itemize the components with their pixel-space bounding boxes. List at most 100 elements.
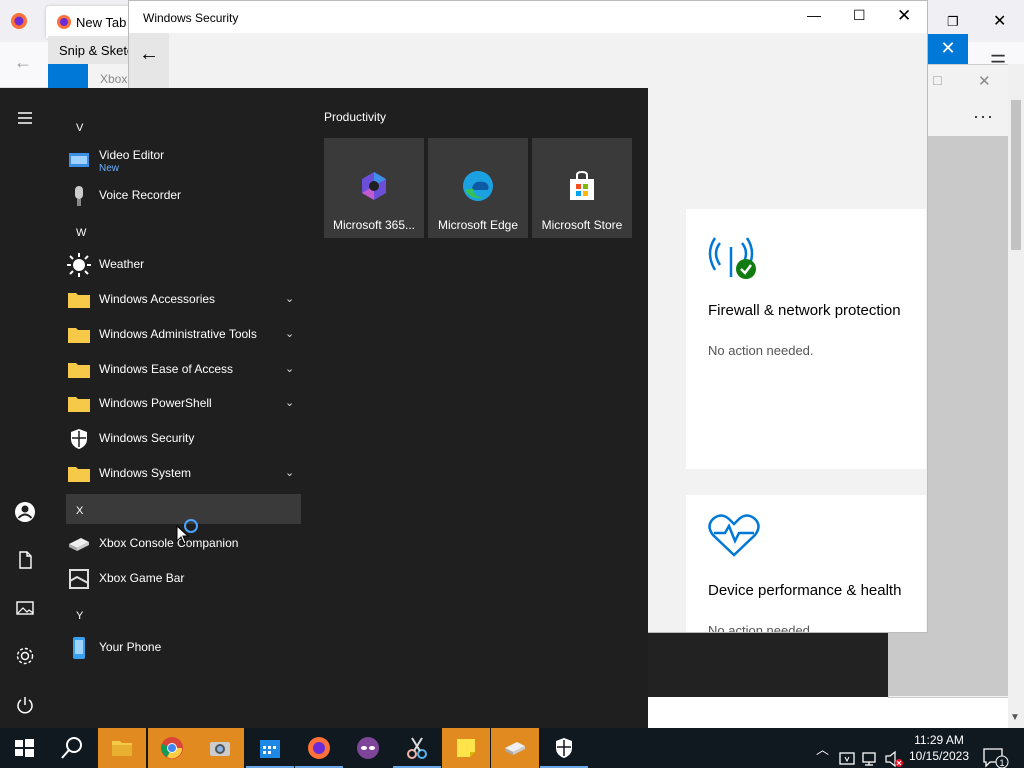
taskbar-snip-sketch[interactable] <box>393 728 441 768</box>
card-title: Firewall & network protection <box>708 302 901 319</box>
app-label: Windows PowerShell <box>99 396 212 410</box>
restore-icon[interactable]: ❐ <box>947 14 959 30</box>
firefox-icon <box>308 737 330 759</box>
scrollbar-thumb[interactable] <box>1011 100 1021 250</box>
app-windows-security[interactable]: Windows Security <box>67 423 301 455</box>
xbox-behind-text: Xbox <box>100 72 128 86</box>
network-icon[interactable] <box>862 739 880 768</box>
folder-icon <box>68 328 90 343</box>
dark-panel <box>648 632 888 697</box>
taskbar-calendar[interactable] <box>246 728 294 768</box>
video-editor-icon <box>69 153 89 167</box>
taskbar-camera[interactable] <box>196 728 244 768</box>
app-label: Xbox Game Bar <box>99 571 185 585</box>
window-title: Windows Security <box>143 11 239 25</box>
back-arrow-icon[interactable]: ← <box>139 43 159 66</box>
app-label: Windows System <box>99 466 192 480</box>
settings-gear-icon[interactable] <box>13 644 37 668</box>
tab-new-tab[interactable]: New Tab <box>46 6 136 38</box>
app-label: Windows Security <box>99 431 195 445</box>
mouse-cursor-icon <box>176 525 190 545</box>
app-your-phone[interactable]: Your Phone <box>67 632 301 664</box>
app-label: Windows Administrative Tools <box>99 327 257 341</box>
notification-count: 1 <box>999 758 1004 768</box>
xbox-close-button[interactable]: ✕ <box>928 34 968 64</box>
taskbar-firefox[interactable] <box>295 728 343 768</box>
app-voice-recorder[interactable]: Voice Recorder <box>67 180 301 212</box>
folder-icon <box>68 397 90 412</box>
snip-sketch-titlebar[interactable]: Snip & Sketch <box>48 36 138 64</box>
hamburger-menu-icon[interactable] <box>13 106 37 130</box>
card-title: Device performance & health <box>708 582 902 599</box>
start-button[interactable] <box>0 728 48 768</box>
volume-muted-icon[interactable] <box>884 739 904 768</box>
letter-header-v[interactable]: V <box>76 122 83 134</box>
taskbar-sticky-notes[interactable] <box>442 728 490 768</box>
app-weather[interactable]: Weather <box>67 249 301 281</box>
tile-microsoft-store[interactable]: Microsoft Store <box>532 138 632 238</box>
close-icon[interactable]: ✕ <box>897 6 911 26</box>
store-icon <box>570 170 594 200</box>
search-button[interactable] <box>48 728 96 768</box>
power-icon[interactable] <box>13 693 37 717</box>
close-icon[interactable]: ✕ <box>978 72 991 90</box>
minimize-icon[interactable]: — <box>807 7 821 23</box>
security-alert-icon[interactable] <box>838 739 856 768</box>
chevron-down-icon: ⌄ <box>285 328 295 340</box>
app-windows-ease-of-access[interactable]: Windows Ease of Access ⌄ <box>67 354 301 386</box>
tile-microsoft-365[interactable]: Microsoft 365... <box>324 138 424 238</box>
back-arrow-icon[interactable]: ← <box>14 52 32 73</box>
camera-icon <box>210 742 230 756</box>
app-video-editor[interactable]: Video Editor New <box>67 144 301 176</box>
app-list[interactable]: V Video Editor New Voice Recorder W Weat… <box>50 88 310 728</box>
scroll-down-arrow-icon[interactable]: ▼ <box>1010 712 1020 723</box>
user-avatar-icon[interactable] <box>13 500 37 524</box>
firewall-card[interactable]: Firewall & network protection No action … <box>686 209 926 469</box>
maximize-icon[interactable]: ☐ <box>932 74 943 88</box>
clock[interactable]: 11:29 AM 10/15/2023 <box>904 732 974 764</box>
app-windows-administrative-tools[interactable]: Windows Administrative Tools ⌄ <box>67 319 301 351</box>
taskbar-tor-browser[interactable] <box>344 728 392 768</box>
close-icon[interactable]: ✕ <box>993 11 1006 31</box>
app-windows-powershell[interactable]: Windows PowerShell ⌄ <box>67 388 301 420</box>
letter-header-y[interactable]: Y <box>76 610 83 622</box>
folder-icon <box>68 467 90 482</box>
taskbar-windows-security[interactable] <box>540 728 588 768</box>
app-xbox-game-bar[interactable]: Xbox Game Bar <box>67 563 301 595</box>
more-options-icon[interactable]: ··· <box>973 106 994 127</box>
letter-header-x[interactable]: X <box>76 505 83 517</box>
tile-microsoft-edge[interactable]: Microsoft Edge <box>428 138 528 238</box>
app-windows-accessories[interactable]: Windows Accessories ⌄ <box>67 284 301 316</box>
snip-title: Snip & Sketch <box>59 43 138 58</box>
xbox-game-bar-icon <box>69 569 89 589</box>
taskbar-file-explorer[interactable] <box>98 728 146 768</box>
app-label: Weather <box>99 257 145 271</box>
tab-title: New Tab <box>76 15 127 30</box>
sun-icon <box>67 253 91 277</box>
action-center-icon[interactable]: 1 <box>982 738 1010 768</box>
xbox-console-icon <box>505 742 525 755</box>
mask-icon <box>357 737 379 759</box>
card-status: No action needed. <box>708 343 814 358</box>
sticky-note-icon <box>457 739 475 757</box>
app-label: Windows Ease of Access <box>99 362 234 376</box>
firefox-tab-icon <box>57 15 71 29</box>
shield-icon <box>71 429 87 449</box>
tiles-group-header[interactable]: Productivity <box>324 110 386 124</box>
firefox-icon[interactable] <box>10 12 28 30</box>
xbox-console-icon <box>69 538 89 551</box>
chevron-up-icon[interactable]: ︿ <box>816 739 829 768</box>
search-icon <box>61 737 82 759</box>
taskbar-chrome[interactable] <box>148 728 196 768</box>
letter-header-w[interactable]: W <box>76 227 86 239</box>
titlebar[interactable]: Windows Security — ☐ ✕ <box>129 1 927 33</box>
taskbar-xbox-console[interactable] <box>491 728 539 768</box>
pictures-icon[interactable] <box>13 596 37 620</box>
app-windows-system[interactable]: Windows System ⌄ <box>67 458 301 490</box>
maximize-icon[interactable]: ☐ <box>853 7 866 24</box>
clock-time: 11:29 AM <box>914 733 964 747</box>
phone-icon <box>73 637 85 659</box>
device-health-card[interactable]: Device performance & health No action ne… <box>686 495 926 632</box>
snip-new-button[interactable] <box>48 64 88 90</box>
documents-icon[interactable] <box>13 548 37 572</box>
